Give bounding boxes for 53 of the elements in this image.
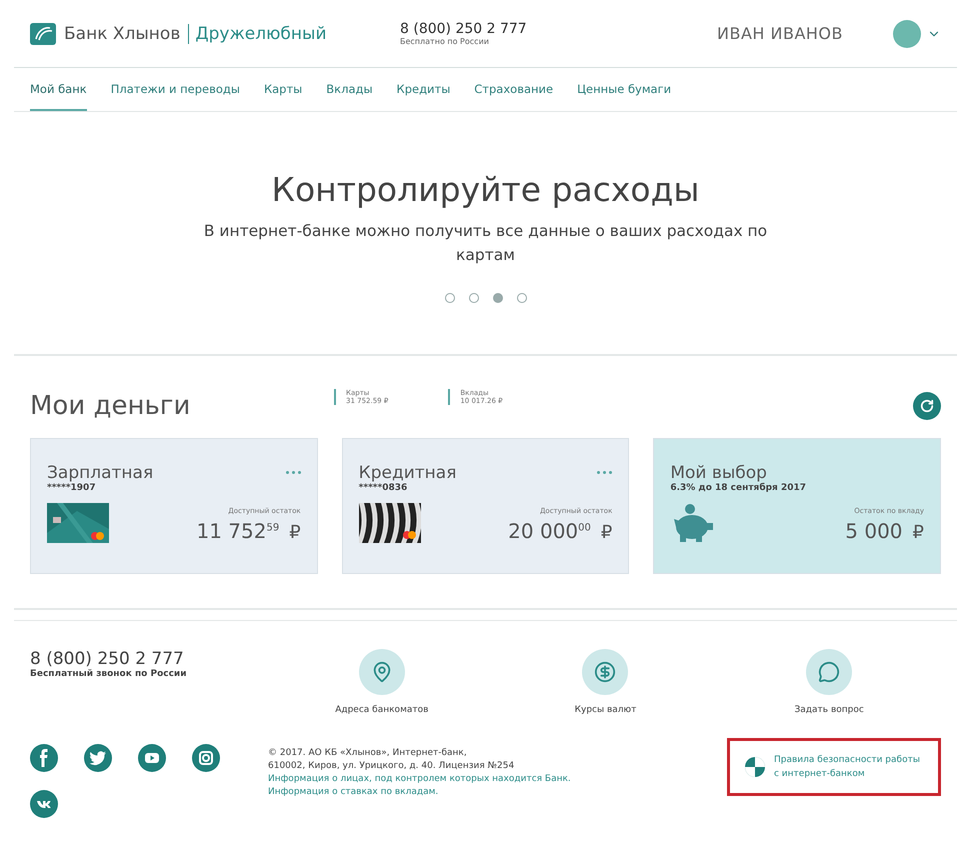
product-name: Зарплатная: [47, 463, 154, 483]
carousel-dot[interactable]: [516, 293, 526, 303]
nav-tab[interactable]: Ценные бумаги: [577, 68, 672, 111]
currency-sign: ₽: [912, 522, 924, 543]
info-link[interactable]: Информация о лицах, под контролем которых находится Банк.: [268, 774, 571, 784]
nav-tab[interactable]: Вклады: [326, 68, 373, 111]
balance-amount: 5 000: [845, 519, 903, 543]
service-link[interactable]: Курсы валют: [574, 705, 636, 715]
section-title: Мои деньги: [30, 391, 192, 421]
currency-sign: ₽: [600, 522, 612, 543]
carousel-dot[interactable]: [492, 293, 502, 303]
service-link[interactable]: Адреса банкоматов: [335, 705, 428, 715]
security-link[interactable]: Правила безопасности работы с интернет-банком: [727, 738, 941, 796]
avatar-icon[interactable]: [893, 20, 921, 48]
footer-phone-note: Бесплатный звонок по России: [30, 669, 188, 679]
copyright-text: 610002, Киров, ул. Урицкого, д. 40. Лицензия №254: [268, 761, 516, 771]
currency-sign: ₽: [289, 522, 301, 543]
youtube-icon[interactable]: [138, 744, 166, 772]
refresh-icon: [920, 399, 934, 413]
balance-amount: 11 752$^{59}$: [196, 519, 280, 543]
user-name: ИВАН ИВАНОВ: [717, 24, 843, 43]
vk-icon[interactable]: [30, 790, 58, 818]
refresh-button[interactable]: [913, 392, 941, 420]
info-link[interactable]: Информация о ставках по вкладам.: [268, 787, 571, 797]
bank-tagline: Дружелюбный: [188, 24, 326, 44]
product-name: Кредитная: [358, 463, 456, 483]
footer-phone: 8 (800) 250 2 777: [30, 649, 185, 669]
nav-tab[interactable]: Мой банк: [30, 68, 87, 111]
carousel-dot[interactable]: [468, 293, 478, 303]
nav-tab[interactable]: Платежи и переводы: [110, 68, 240, 111]
card-number: *****0836: [358, 483, 408, 493]
map-pin-icon[interactable]: [358, 649, 405, 695]
facebook-icon[interactable]: [30, 744, 58, 772]
bank-name: Банк Хлынов: [64, 24, 180, 44]
deposit-rate: 6.3% до 18 сентября 2017: [670, 483, 808, 493]
hero-title: Контролируйте расходы: [272, 170, 700, 209]
hero-text: В интернет-банке можно получить все данные о ваших расходах по картам: [202, 221, 768, 266]
balance-amount: 20 000$^{00}$: [508, 519, 591, 543]
speech-bubble-icon[interactable]: [806, 649, 852, 695]
bank-logo-icon: [30, 22, 56, 44]
nav-tab[interactable]: Кредиты: [396, 68, 450, 111]
copyright-text: © 2017. АО КБ «Хлынов», Интернет-банк,: [268, 748, 468, 758]
nav-tab[interactable]: Карты: [264, 68, 302, 111]
service-link[interactable]: Задать вопрос: [794, 705, 864, 715]
instagram-icon[interactable]: [192, 744, 220, 772]
product-name: Мой выбор: [670, 463, 767, 483]
card-number: *****1907: [47, 483, 97, 493]
carousel-dot[interactable]: [444, 293, 454, 303]
phone-note: Бесплатно по России: [400, 37, 490, 46]
nav-tab[interactable]: Страхование: [474, 68, 554, 111]
twitter-icon[interactable]: [84, 744, 112, 772]
dollar-icon[interactable]: [582, 649, 628, 695]
phone-number: 8 (800) 250 2 777: [400, 21, 528, 37]
